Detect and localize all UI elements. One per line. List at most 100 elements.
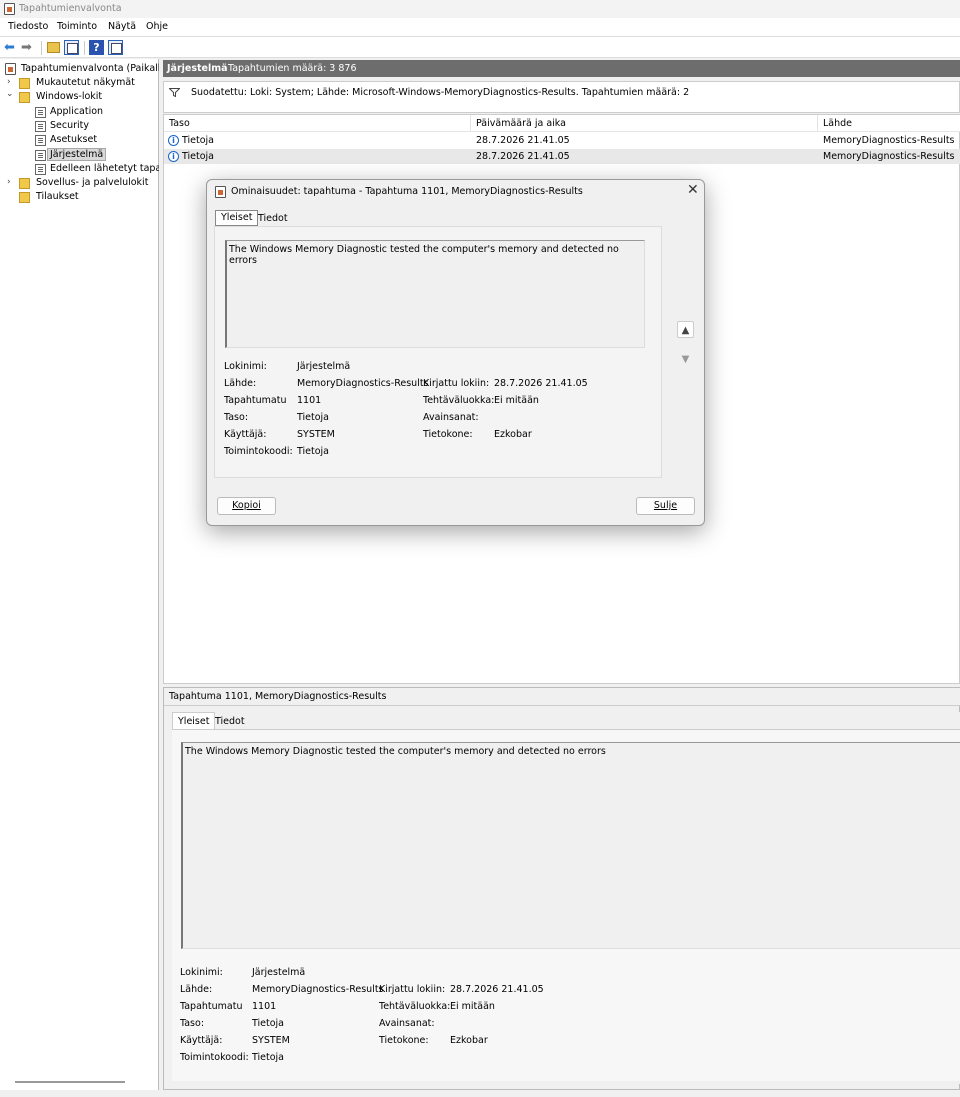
event-count: Tapahtumien määrä: 3 876 xyxy=(228,63,357,74)
dialog-task-label: Tehtäväluokka: xyxy=(423,395,495,406)
column-header-level[interactable]: Taso xyxy=(164,115,471,132)
preview-message-box[interactable]: The Windows Memory Diagnostic tested the… xyxy=(181,742,960,949)
dialog-level: Tietoja xyxy=(297,412,329,423)
dialog-general-panel: The Windows Memory Diagnostic tested the… xyxy=(214,226,662,478)
preview-task: Ei mitään xyxy=(450,1001,495,1012)
preview-level-label: Taso: xyxy=(180,1018,205,1029)
menu-action[interactable]: Toiminto xyxy=(57,21,97,32)
dialog-event-id-label: Tapahtumatu xyxy=(224,395,287,406)
menu-bar: Tiedosto Toiminto Näytä Ohje xyxy=(0,18,960,36)
log-icon xyxy=(35,164,46,175)
table-row-selected[interactable]: i Tietoja 28.7.2026 21.41.05 MemoryDiagn… xyxy=(164,149,960,164)
tree-item-security[interactable]: Security xyxy=(33,119,159,134)
dialog-source-label: Lähde: xyxy=(224,378,257,389)
tree-item-label: Tapahtumienvalvonta (Paikallinen) xyxy=(21,63,159,74)
tree-item-app-service-logs[interactable]: › Sovellus- ja palvelulokit xyxy=(4,176,159,191)
filter-bar: Suodatettu: Loki: System; Lähde: Microso… xyxy=(163,81,960,113)
tree-item-application[interactable]: Application xyxy=(33,105,159,120)
dialog-tab-details[interactable]: Tiedot xyxy=(253,211,293,227)
tree-item-forwarded-events[interactable]: Edelleen lähetetyt tapahtumat xyxy=(33,162,159,177)
dialog-tab-general[interactable]: Yleiset xyxy=(215,210,259,226)
chevron-right-icon[interactable]: › xyxy=(7,177,11,187)
preview-logged: 28.7.2026 21.41.05 xyxy=(450,984,544,995)
title-bar: Tapahtumienvalvonta xyxy=(0,0,960,18)
row-source: MemoryDiagnostics-Results xyxy=(823,151,955,162)
tree-horizontal-scrollbar[interactable] xyxy=(15,1081,125,1083)
tree-item-label: Asetukset xyxy=(50,134,98,145)
table-header: Taso Päivämäärä ja aika Lähde xyxy=(164,115,960,132)
toolbar-separator xyxy=(84,41,85,55)
forward-arrow-icon[interactable]: ➡ xyxy=(21,40,36,55)
table-row[interactable]: i Tietoja 28.7.2026 21.41.05 MemoryDiagn… xyxy=(164,133,960,148)
menu-view[interactable]: Näytä xyxy=(108,21,136,32)
preview-title-bar: Tapahtuma 1101, MemoryDiagnostics-Result… xyxy=(164,688,960,706)
tree-item-label-selected: Järjestelmä xyxy=(47,148,107,161)
column-header-source[interactable]: Lähde xyxy=(818,115,960,132)
preview-user: SYSTEM xyxy=(252,1035,290,1046)
previous-event-arrow-up-icon[interactable]: ▲ xyxy=(677,321,694,338)
tree-item-label: Windows-lokit xyxy=(36,91,103,102)
column-header-datetime[interactable]: Päivämäärä ja aika xyxy=(471,115,818,132)
dialog-opcode-label: Toimintokoodi: xyxy=(224,446,293,457)
close-button[interactable]: Sulje xyxy=(636,497,695,515)
dialog-title: Ominaisuudet: tapahtuma - Tapahtuma 1101… xyxy=(231,186,583,197)
info-icon: i xyxy=(168,135,179,146)
folder-icon xyxy=(19,92,30,103)
preview-computer-label: Tietokone: xyxy=(379,1035,429,1046)
dialog-task: Ei mitään xyxy=(494,395,539,406)
preview-tab-area: Yleiset Tiedot The Windows Memory Diagno… xyxy=(172,712,960,1084)
tree-item-label: Sovellus- ja palvelulokit xyxy=(36,177,149,188)
row-level: Tietoja xyxy=(182,135,214,146)
tree-item-subscriptions[interactable]: Tilaukset xyxy=(4,190,159,205)
preview-message: The Windows Memory Diagnostic tested the… xyxy=(185,746,606,757)
dialog-message: The Windows Memory Diagnostic tested the… xyxy=(229,244,619,266)
folder-icon xyxy=(19,78,30,89)
preview-task-label: Tehtäväluokka: xyxy=(379,1001,451,1012)
tree-item-label: Mukautetut näkymät xyxy=(36,77,135,88)
dialog-computer: Ezkobar xyxy=(494,429,532,440)
event-viewer-app-icon xyxy=(4,3,15,15)
preview-opcode: Tietoja xyxy=(252,1052,284,1063)
preview-opcode-label: Toimintokoodi: xyxy=(180,1052,249,1063)
close-icon[interactable]: ✕ xyxy=(687,182,699,198)
show-hide-action-pane-icon[interactable] xyxy=(108,40,123,55)
dialog-log-name: Järjestelmä xyxy=(297,361,351,372)
up-folder-icon[interactable] xyxy=(47,42,60,53)
dialog-log-name-label: Lokinimi: xyxy=(224,361,267,372)
tree-item-setup[interactable]: Asetukset xyxy=(33,133,159,148)
info-icon: i xyxy=(168,151,179,162)
copy-button[interactable]: Kopioi xyxy=(217,497,276,515)
preview-user-label: Käyttäjä: xyxy=(180,1035,223,1046)
tree-item-root[interactable]: Tapahtumienvalvonta (Paikallinen) xyxy=(4,62,159,77)
help-icon[interactable]: ? xyxy=(89,40,104,55)
preview-log-name-label: Lokinimi: xyxy=(180,967,223,978)
back-arrow-icon[interactable]: ⬅ xyxy=(4,40,19,55)
dialog-computer-label: Tietokone: xyxy=(423,429,473,440)
dialog-user: SYSTEM xyxy=(297,429,335,440)
tree-item-windows-logs[interactable]: ⌄ Windows-lokit xyxy=(4,90,159,105)
dialog-source: MemoryDiagnostics-Results xyxy=(297,378,429,389)
dialog-opcode: Tietoja xyxy=(297,446,329,457)
row-level: Tietoja xyxy=(182,151,214,162)
preview-source: MemoryDiagnostics-Results xyxy=(252,984,384,995)
row-source: MemoryDiagnostics-Results xyxy=(823,135,955,146)
subscriptions-icon xyxy=(19,192,30,203)
tree-item-custom-views[interactable]: › Mukautetut näkymät xyxy=(4,76,159,91)
show-hide-tree-icon[interactable] xyxy=(64,40,79,55)
preview-title: Tapahtuma 1101, MemoryDiagnostics-Result… xyxy=(169,691,387,702)
tree-item-system[interactable]: Järjestelmä xyxy=(33,148,159,163)
tab-general[interactable]: Yleiset xyxy=(172,712,216,730)
menu-file[interactable]: Tiedosto xyxy=(8,21,48,32)
preview-computer: Ezkobar xyxy=(450,1035,488,1046)
next-event-arrow-down-icon[interactable]: ▼ xyxy=(677,351,694,368)
chevron-down-icon[interactable]: ⌄ xyxy=(6,90,14,99)
preview-event-id-label: Tapahtumatu xyxy=(180,1001,243,1012)
toolbar-separator xyxy=(41,41,42,55)
chevron-right-icon[interactable]: › xyxy=(7,77,11,87)
dialog-message-box[interactable]: The Windows Memory Diagnostic tested the… xyxy=(225,240,645,348)
row-datetime: 28.7.2026 21.41.05 xyxy=(476,135,570,146)
preview-event-id: 1101 xyxy=(252,1001,277,1012)
dialog-logged-label: Kirjattu lokiin: xyxy=(423,378,490,389)
console-tree: Tapahtumienvalvonta (Paikallinen) › Muka… xyxy=(0,59,159,1090)
menu-help[interactable]: Ohje xyxy=(146,21,168,32)
